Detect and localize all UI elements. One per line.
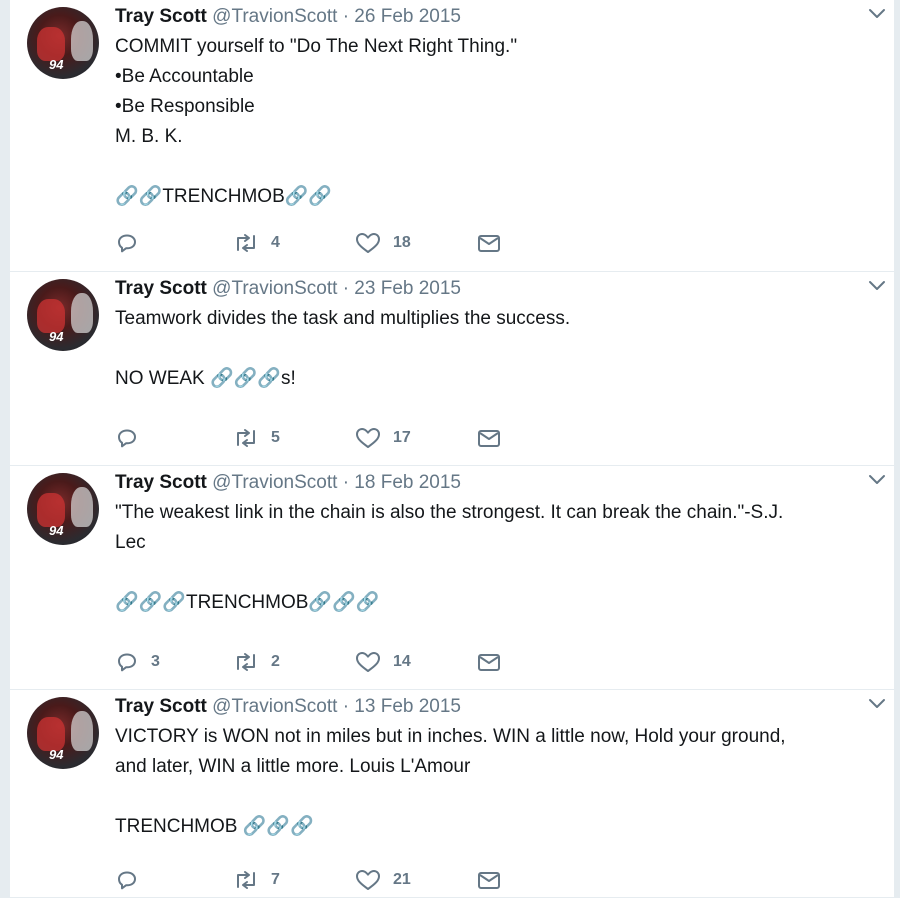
tweet[interactable]: 94 Tray Scott @TravionScott · 23 Feb 201… [10, 272, 894, 466]
reply-count: 3 [151, 653, 160, 670]
tweet-date[interactable]: 23 Feb 2015 [354, 278, 461, 299]
tweet-header: Tray Scott @TravionScott · 23 Feb 2015 [115, 276, 874, 302]
separator-dot: · [342, 472, 350, 493]
chevron-down-icon[interactable] [868, 472, 886, 488]
avatar-figure-right [71, 711, 93, 751]
separator-dot: · [342, 696, 350, 717]
avatar[interactable]: 94 [27, 7, 99, 79]
tweet-date[interactable]: 13 Feb 2015 [354, 696, 461, 717]
reply-button[interactable] [115, 868, 151, 892]
user-fullname[interactable]: Tray Scott [115, 696, 207, 717]
tweet[interactable]: 94 Tray Scott @TravionScott · 18 Feb 201… [10, 466, 894, 690]
avatar-figure-right [71, 21, 93, 61]
retweet-icon [237, 653, 255, 671]
retweet-button[interactable]: 7 [233, 868, 280, 892]
chevron-down-icon[interactable] [868, 278, 886, 294]
heart-icon [356, 870, 380, 890]
reply-button[interactable] [115, 426, 151, 450]
retweet-count: 4 [271, 234, 280, 251]
tweet-header: Tray Scott @TravionScott · 18 Feb 2015 [115, 470, 874, 496]
user-handle[interactable]: @TravionScott [212, 472, 337, 493]
retweet-button[interactable]: 2 [233, 650, 280, 674]
reply-icon [118, 234, 136, 253]
tweet-header: Tray Scott @TravionScott · 13 Feb 2015 [115, 694, 874, 720]
separator-dot: · [342, 278, 350, 299]
reply-icon [118, 429, 136, 448]
avatar-figure-left [37, 493, 65, 527]
retweet-icon [237, 234, 255, 252]
avatar-figure-left [37, 299, 65, 333]
reply-icon [118, 871, 136, 890]
avatar-jersey-number: 94 [49, 523, 64, 538]
avatar-figure-left [37, 27, 65, 61]
tweet[interactable]: 94 Tray Scott @TravionScott · 26 Feb 201… [10, 0, 894, 272]
avatar-figure-left [37, 717, 65, 751]
heart-icon [356, 233, 380, 253]
reply-icon [118, 653, 136, 672]
avatar-jersey-number: 94 [49, 329, 64, 344]
envelope-icon [478, 235, 500, 252]
like-count: 21 [393, 871, 411, 888]
retweet-icon [237, 871, 255, 889]
tweet-content: Tray Scott @TravionScott · 23 Feb 2015 T… [115, 276, 874, 394]
avatar-figure-right [71, 293, 93, 333]
envelope-icon [478, 654, 500, 671]
user-handle[interactable]: @TravionScott [212, 278, 337, 299]
user-handle[interactable]: @TravionScott [212, 696, 337, 717]
heart-icon [356, 428, 380, 448]
avatar[interactable]: 94 [27, 279, 99, 351]
chevron-down-icon[interactable] [868, 696, 886, 712]
user-fullname[interactable]: Tray Scott [115, 278, 207, 299]
tweet-content: Tray Scott @TravionScott · 13 Feb 2015 V… [115, 694, 874, 842]
tweet-text: "The weakest link in the chain is also t… [115, 502, 784, 613]
retweet-icon [237, 429, 255, 447]
separator-dot: · [342, 6, 350, 27]
envelope-icon [478, 430, 500, 447]
retweet-button[interactable]: 5 [233, 426, 280, 450]
heart-icon [356, 652, 380, 672]
direct-message-button[interactable] [477, 868, 501, 892]
retweet-count: 2 [271, 653, 280, 670]
user-fullname[interactable]: Tray Scott [115, 6, 207, 27]
tweet[interactable]: 94 Tray Scott @TravionScott · 13 Feb 201… [10, 690, 894, 898]
like-count: 18 [393, 234, 411, 251]
direct-message-button[interactable] [477, 231, 501, 255]
direct-message-button[interactable] [477, 426, 501, 450]
envelope-icon [478, 872, 500, 889]
avatar-jersey-number: 94 [49, 57, 64, 72]
tweet-header: Tray Scott @TravionScott · 26 Feb 2015 [115, 4, 874, 30]
timeline: 94 Tray Scott @TravionScott · 26 Feb 201… [10, 0, 894, 898]
like-button[interactable]: 18 [355, 231, 411, 255]
tweet-text: VICTORY is WON not in miles but in inche… [115, 726, 786, 837]
direct-message-button[interactable] [477, 650, 501, 674]
tweet-text: COMMIT yourself to "Do The Next Right Th… [115, 36, 518, 207]
reply-button[interactable]: 3 [115, 650, 160, 674]
tweet-content: Tray Scott @TravionScott · 26 Feb 2015 C… [115, 4, 874, 212]
retweet-count: 7 [271, 871, 280, 888]
tweet-content: Tray Scott @TravionScott · 18 Feb 2015 "… [115, 470, 874, 618]
tweet-date[interactable]: 26 Feb 2015 [354, 6, 461, 27]
like-button[interactable]: 17 [355, 426, 411, 450]
like-count: 14 [393, 653, 411, 670]
chevron-down-icon[interactable] [868, 6, 886, 22]
avatar-jersey-number: 94 [49, 747, 64, 762]
avatar-figure-right [71, 487, 93, 527]
like-button[interactable]: 14 [355, 650, 411, 674]
retweet-count: 5 [271, 429, 280, 446]
like-count: 17 [393, 429, 411, 446]
user-handle[interactable]: @TravionScott [212, 6, 337, 27]
tweet-text: Teamwork divides the task and multiplies… [115, 308, 571, 389]
tweet-date[interactable]: 18 Feb 2015 [354, 472, 461, 493]
user-fullname[interactable]: Tray Scott [115, 472, 207, 493]
retweet-button[interactable]: 4 [233, 231, 280, 255]
reply-button[interactable] [115, 231, 151, 255]
like-button[interactable]: 21 [355, 868, 411, 892]
avatar[interactable]: 94 [27, 473, 99, 545]
avatar[interactable]: 94 [27, 697, 99, 769]
